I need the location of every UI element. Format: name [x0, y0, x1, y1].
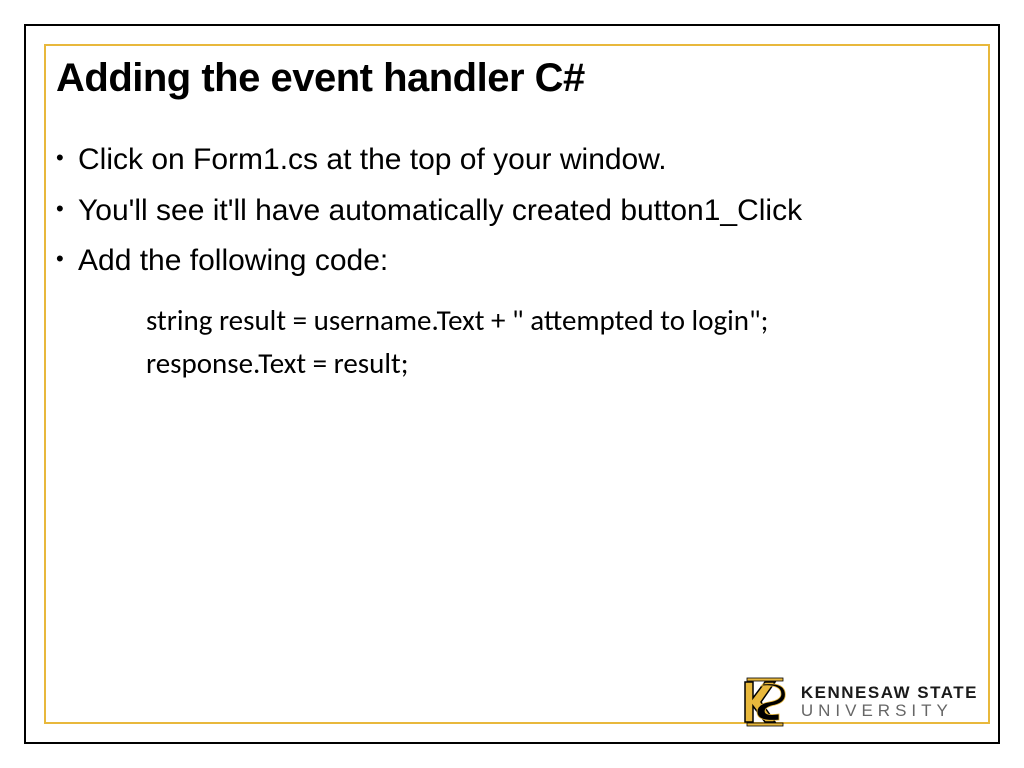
bullet-item: Click on Form1.cs at the top of your win… [56, 137, 976, 184]
code-block: string result = username.Text + " attemp… [146, 299, 976, 386]
bullet-item: Add the following code: [56, 238, 976, 285]
university-logo: KENNESAW STATE UNIVERSITY [741, 676, 978, 728]
slide-content: Adding the event handler C# Click on For… [56, 56, 976, 712]
bullet-list: Click on Form1.cs at the top of your win… [56, 137, 976, 285]
slide-title: Adding the event handler C# [56, 56, 976, 101]
bullet-item: You'll see it'll have automatically crea… [56, 188, 976, 235]
code-line: string result = username.Text + " attemp… [146, 299, 976, 343]
code-line: response.Text = result; [146, 342, 976, 386]
logo-line-1: KENNESAW STATE [801, 684, 978, 702]
ks-logo-mark-icon [741, 676, 789, 728]
logo-line-2: UNIVERSITY [801, 702, 978, 720]
logo-text: KENNESAW STATE UNIVERSITY [801, 684, 978, 720]
